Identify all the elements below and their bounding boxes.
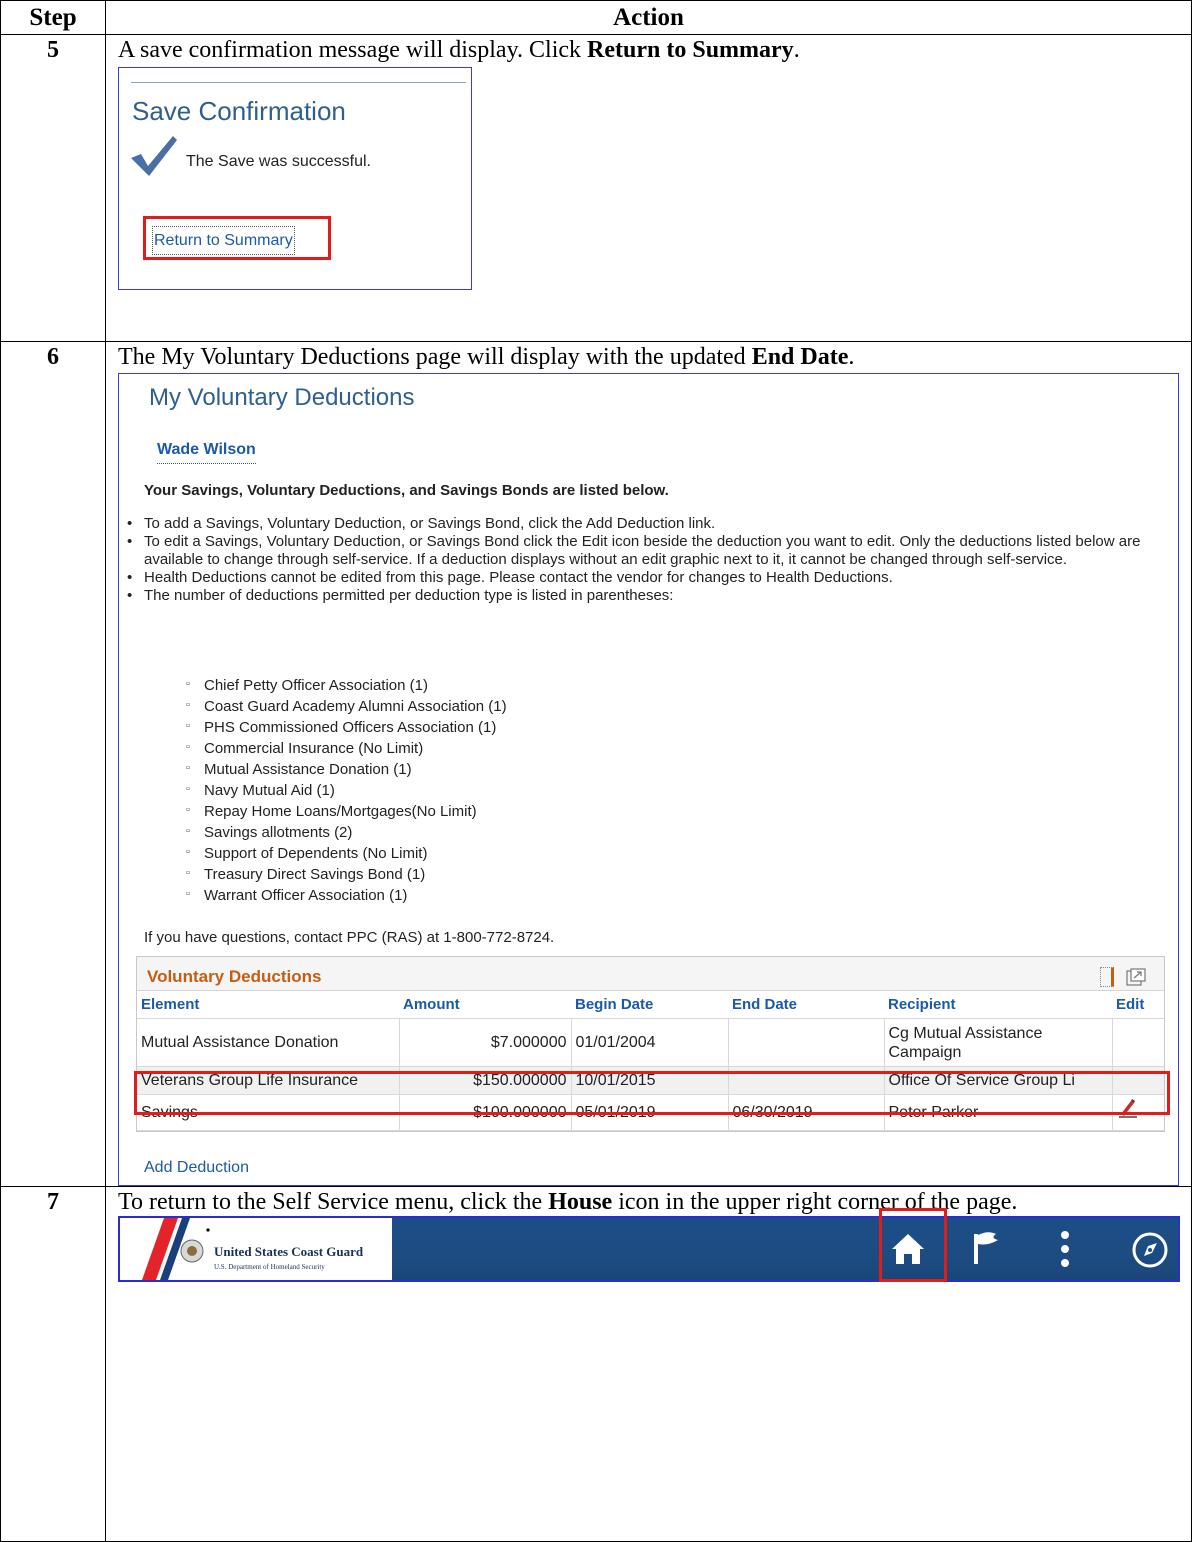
deduction-limits-list: Chief Petty Officer Association (1) Coas…	[184, 674, 507, 906]
step-column-header: Step	[0, 0, 106, 35]
column-header[interactable]: Begin Date	[571, 991, 728, 1019]
coast-guard-logo: United States Coast Guard U.S. Departmen…	[120, 1218, 392, 1280]
step-instruction: A save confirmation message will display…	[118, 37, 800, 63]
column-header[interactable]: End Date	[728, 991, 884, 1019]
amount-cell: $7.000000	[399, 1018, 572, 1067]
intro-text: Your Savings, Voluntary Deductions, and …	[144, 482, 669, 499]
highlight-box	[143, 216, 331, 260]
list-item: Navy Mutual Aid (1)	[184, 779, 507, 801]
list-item: Coast Guard Academy Alumni Association (…	[184, 695, 507, 717]
step-number: 7	[0, 1186, 106, 1542]
step-action: The My Voluntary Deductions page will di…	[105, 341, 1192, 1187]
highlight-box	[879, 1208, 947, 1282]
column-header: Edit	[1112, 991, 1164, 1019]
list-item: Warrant Officer Association (1)	[184, 884, 507, 906]
list-item: The number of deductions permitted per d…	[127, 587, 1167, 605]
contact-text: If you have questions, contact PPC (RAS)…	[144, 929, 555, 946]
step-instruction: To return to the Self Service menu, clic…	[118, 1189, 1018, 1215]
voluntary-deductions-screenshot: My Voluntary Deductions Wade Wilson Your…	[118, 373, 1179, 1186]
list-item: Treasury Direct Savings Bond (1)	[184, 863, 507, 885]
list-item: Repay Home Loans/Mortgages(No Limit)	[184, 800, 507, 822]
action-column-header: Action	[105, 0, 1192, 35]
begin-date-cell: 01/01/2004	[571, 1018, 729, 1067]
list-item: Commercial Insurance (No Limit)	[184, 737, 507, 759]
list-item: Health Deductions cannot be edited from …	[127, 569, 1167, 587]
step-instruction: The My Voluntary Deductions page will di…	[118, 344, 855, 370]
add-deduction-link[interactable]: Add Deduction	[144, 1154, 249, 1181]
highlight-box	[134, 1071, 1170, 1115]
list-item: To edit a Savings, Voluntary Deduction, …	[127, 533, 1167, 569]
org-subtitle: U.S. Department of Homeland Security	[214, 1263, 325, 1271]
column-header[interactable]: Amount	[399, 991, 571, 1019]
end-date-cell	[728, 1018, 885, 1067]
menu-dots-icon[interactable]	[1060, 1230, 1070, 1268]
save-confirmation-title: Save Confirmation	[132, 96, 346, 126]
recipient-cell: Cg Mutual Assistance Campaign	[884, 1018, 1113, 1067]
step-number: 5	[0, 34, 106, 342]
save-confirmation-screenshot: Save Confirmation The Save was successfu…	[118, 67, 472, 290]
divider	[131, 82, 466, 83]
edit-cell	[1112, 1018, 1164, 1067]
personalize-icon[interactable]	[1099, 966, 1114, 987]
step-action: A save confirmation message will display…	[105, 34, 1192, 342]
steps-table: Step Action 5 A save confirmation messag…	[0, 0, 1192, 1542]
list-item: Support of Dependents (No Limit)	[184, 842, 507, 864]
compass-icon[interactable]	[1130, 1230, 1170, 1270]
list-item: Savings allotments (2)	[184, 821, 507, 843]
list-item: To add a Savings, Voluntary Deduction, o…	[127, 515, 1167, 533]
page-title: My Voluntary Deductions	[149, 384, 415, 411]
zoom-icon[interactable]	[1126, 968, 1146, 986]
column-header[interactable]: Element	[137, 991, 399, 1019]
coast-guard-stripe-icon	[142, 1218, 210, 1280]
employee-name-link[interactable]: Wade Wilson	[157, 436, 256, 464]
grid-header: Voluntary Deductions	[137, 957, 1164, 991]
header-banner: United States Coast Guard U.S. Departmen…	[118, 1208, 1180, 1282]
instructions-list: To add a Savings, Voluntary Deduction, o…	[127, 515, 1167, 605]
grid-title: Voluntary Deductions	[147, 967, 322, 986]
table-row: Mutual Assistance Donation $7.000000 01/…	[137, 1018, 1164, 1067]
element-cell: Mutual Assistance Donation	[137, 1018, 400, 1067]
column-header[interactable]: Recipient	[884, 991, 1112, 1019]
list-item: PHS Commissioned Officers Association (1…	[184, 716, 507, 738]
flag-icon[interactable]	[970, 1230, 1006, 1266]
checkmark-icon	[131, 136, 177, 176]
list-item: Mutual Assistance Donation (1)	[184, 758, 507, 780]
list-item: Chief Petty Officer Association (1)	[184, 674, 507, 696]
save-success-message: The Save was successful.	[186, 153, 371, 170]
step-number: 6	[0, 341, 106, 1187]
step-action: To return to the Self Service menu, clic…	[105, 1186, 1192, 1542]
